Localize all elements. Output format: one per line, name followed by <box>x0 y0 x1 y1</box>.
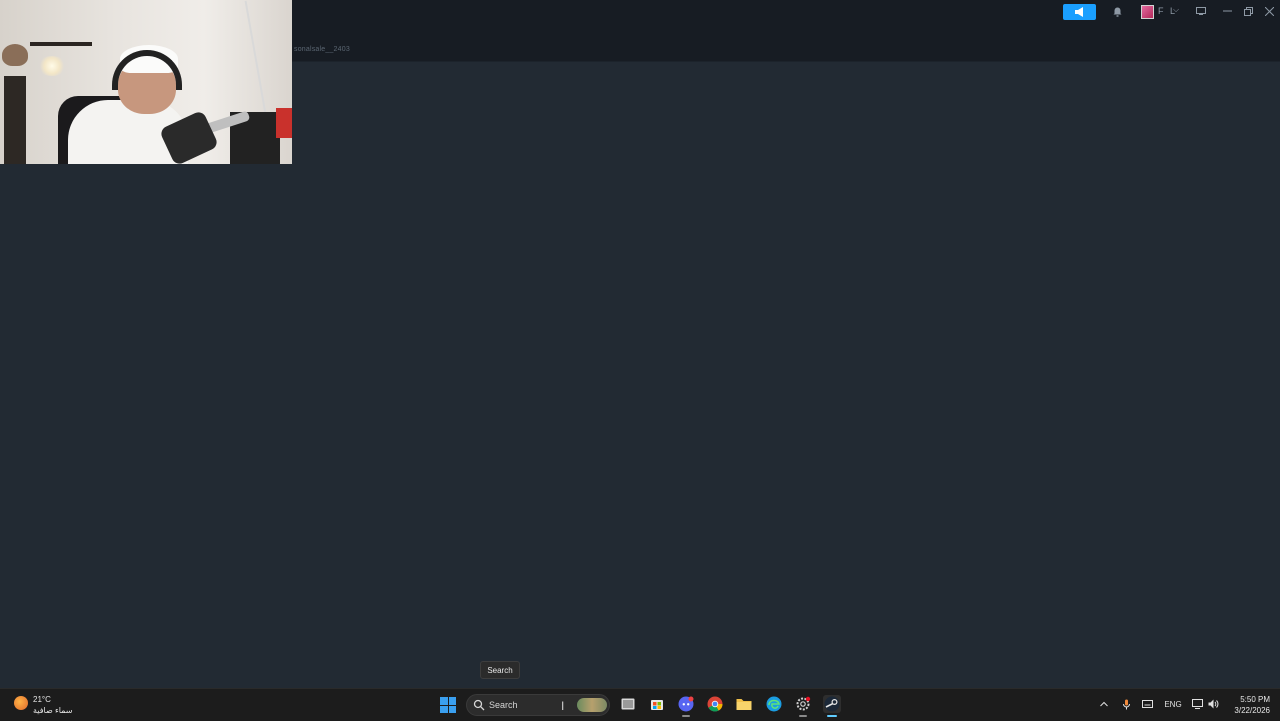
webcam-lamp <box>38 56 66 76</box>
windows-logo-tile <box>448 705 456 713</box>
windows-logo-tile <box>440 697 448 705</box>
taskbar-search-box[interactable]: Search I <box>466 694 610 716</box>
minimize-button[interactable] <box>1218 3 1236 19</box>
webcam-cable <box>244 0 268 120</box>
search-highlight-image[interactable] <box>577 698 607 712</box>
active-indicator <box>827 715 837 717</box>
steam-icon <box>824 696 840 712</box>
close-icon <box>1264 6 1274 16</box>
weather-temperature: 21°C <box>33 695 51 704</box>
weather-icon <box>14 696 28 710</box>
language-indicator[interactable]: ENG <box>1162 697 1184 711</box>
edge-icon <box>766 696 782 712</box>
tray-microphone[interactable] <box>1120 697 1132 711</box>
announcements-button[interactable] <box>1063 4 1096 20</box>
webcam-overlay <box>0 0 292 164</box>
taskbar-app-steam[interactable] <box>823 695 841 717</box>
minimize-icon <box>1222 10 1232 12</box>
tray-keyboard[interactable] <box>1140 697 1154 711</box>
windows-taskbar: 21°C سماء صافية Search I ENG 5:50 PM 3/2… <box>0 688 1280 721</box>
taskbar-app-discord[interactable] <box>677 695 695 717</box>
task-view-icon <box>621 698 635 710</box>
running-indicator <box>799 715 807 717</box>
clock-time: 5:50 PM <box>1240 695 1270 704</box>
windows-logo-tile <box>448 697 456 705</box>
taskbar-app-file-explorer[interactable] <box>735 695 753 713</box>
monitor-icon <box>1196 7 1206 15</box>
microphone-icon <box>1122 699 1130 709</box>
taskbar-app-task-view[interactable] <box>619 695 637 713</box>
keyboard-icon <box>1141 700 1153 708</box>
weather-description: سماء صافية <box>33 706 73 715</box>
system-clock[interactable]: 5:50 PM 3/22/2026 <box>1226 694 1270 716</box>
avatar[interactable] <box>1141 5 1154 19</box>
weather-widget[interactable]: 21°C سماء صافية <box>14 693 94 717</box>
start-button[interactable] <box>440 697 456 713</box>
text-cursor-icon: I <box>561 699 565 713</box>
webcam-hat <box>2 44 28 66</box>
tray-volume[interactable] <box>1207 697 1219 711</box>
megaphone-icon <box>1074 7 1083 17</box>
store-icon <box>651 700 663 710</box>
chevron-down-icon[interactable]: ⌵ <box>1173 5 1179 15</box>
taskbar-app-edge[interactable] <box>765 695 783 713</box>
chrome-icon <box>707 696 723 712</box>
bell-icon <box>1113 7 1121 17</box>
search-placeholder: Search <box>489 700 518 710</box>
search-icon <box>473 699 485 711</box>
speaker-icon <box>1208 699 1218 709</box>
close-button[interactable] <box>1260 3 1278 19</box>
show-hidden-icons-button[interactable] <box>1098 697 1110 711</box>
taskbar-app-settings[interactable] <box>794 695 812 717</box>
webcam-shelf <box>30 42 92 46</box>
restore-button[interactable] <box>1239 3 1257 19</box>
discord-icon <box>678 696 694 712</box>
folder-icon <box>736 699 752 710</box>
webcam-bookshelf <box>4 76 26 164</box>
taskbar-app-store[interactable] <box>648 695 666 713</box>
gear-icon <box>796 696 811 711</box>
clock-date: 3/22/2026 <box>1234 706 1270 715</box>
taskbar-app-chrome[interactable] <box>706 695 724 713</box>
chevron-up-icon <box>1100 701 1108 707</box>
restore-icon <box>1243 6 1253 16</box>
tray-network[interactable] <box>1191 697 1203 711</box>
windows-logo-tile <box>440 705 448 713</box>
big-picture-button[interactable] <box>1192 3 1210 19</box>
search-tooltip: Search <box>480 661 520 679</box>
url-bar-text[interactable]: sonalsale__2403 <box>294 46 350 53</box>
webcam-red-object <box>276 108 292 138</box>
network-icon <box>1191 699 1203 709</box>
running-indicator <box>682 715 690 717</box>
notifications-button[interactable] <box>1110 5 1124 19</box>
